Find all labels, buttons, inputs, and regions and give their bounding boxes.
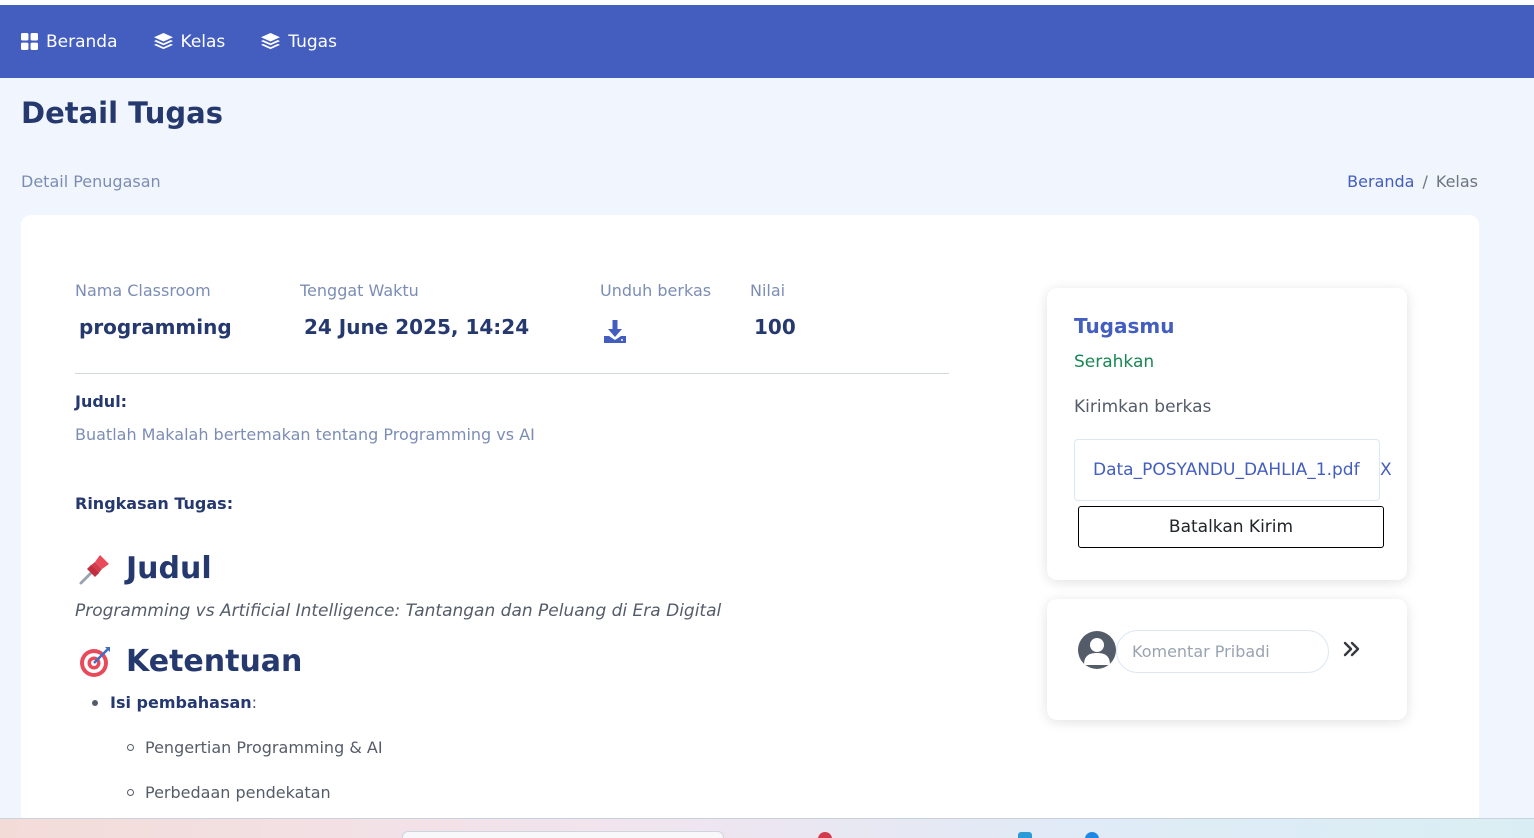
page-title: Detail Tugas — [21, 96, 223, 130]
deadline-value: 24 June 2025, 14:24 — [304, 315, 530, 339]
top-navbar: Beranda Kelas Tugas — [0, 5, 1534, 78]
summary-heading-text: Judul — [126, 551, 212, 586]
bullet-dot — [92, 699, 98, 706]
nav-item-beranda[interactable]: Beranda — [21, 32, 118, 52]
subitem-text: Pengertian Programming & AI — [145, 738, 383, 757]
nav-item-tugas[interactable]: Tugas — [261, 32, 337, 52]
breadcrumb-current: Kelas — [1435, 172, 1478, 191]
classroom-value: programming — [79, 315, 232, 339]
nav-label: Kelas — [180, 31, 226, 52]
double-chevron-right-icon[interactable] — [1341, 639, 1361, 659]
judul-label: Judul: — [75, 392, 128, 411]
download-icon[interactable] — [603, 319, 627, 344]
breadcrumb-separator: / — [1422, 172, 1428, 191]
bullet-circle — [127, 744, 134, 751]
private-comment-card — [1047, 599, 1407, 720]
nav-item-kelas[interactable]: Kelas — [153, 31, 226, 52]
summary-heading-judul: Judul — [78, 551, 212, 586]
avatar — [1078, 631, 1116, 669]
user-icon — [1084, 638, 1110, 665]
summary-heading-text: Ketentuan — [126, 644, 303, 679]
send-file-label: Kirimkan berkas — [1074, 397, 1212, 417]
layers-icon — [261, 33, 281, 50]
taskbar-search-box[interactable] — [402, 831, 724, 838]
nav-label: Tugas — [288, 31, 337, 52]
attached-file-link[interactable]: Data_POSYANDU_DAHLIA_1.pdf — [1093, 460, 1360, 480]
submission-title: Tugasmu — [1074, 314, 1175, 338]
judul-value: Buatlah Makalah bertemakan tentang Progr… — [75, 425, 535, 444]
subitem-text: Perbedaan pendekatan — [145, 783, 331, 802]
deadline-label: Tenggat Waktu — [300, 281, 419, 300]
page-subtitle: Detail Penugasan — [21, 172, 161, 191]
submission-card: Tugasmu Serahkan Kirimkan berkas Data_PO… — [1047, 288, 1407, 580]
grid-icon — [21, 33, 38, 50]
list-item: Isi pembahasan : — [92, 693, 257, 712]
nav-label: Beranda — [46, 31, 118, 52]
attached-file-box: Data_POSYANDU_DAHLIA_1.pdf — [1074, 439, 1380, 501]
taskbar-app-icon[interactable] — [1018, 832, 1032, 838]
taskbar-app-icon[interactable] — [818, 832, 832, 838]
score-label: Nilai — [750, 281, 786, 300]
os-taskbar — [0, 818, 1534, 838]
target-icon — [80, 646, 110, 677]
taskbar-app-icon[interactable] — [1085, 832, 1099, 838]
list-item: Pengertian Programming & AI — [127, 738, 383, 757]
breadcrumb-home-link[interactable]: Beranda — [1347, 172, 1414, 191]
pushpin-icon — [79, 554, 109, 584]
list-item: Perbedaan pendekatan — [127, 783, 331, 802]
divider — [75, 373, 949, 374]
score-value: 100 — [754, 315, 796, 339]
download-label: Unduh berkas — [600, 281, 712, 300]
private-comment-input[interactable] — [1116, 630, 1329, 673]
remove-file-button[interactable]: X — [1380, 460, 1392, 480]
submission-status: Serahkan — [1074, 352, 1155, 372]
bullet-suffix: : — [251, 693, 258, 712]
layers-icon — [153, 33, 173, 50]
summary-label: Ringkasan Tugas: — [75, 494, 234, 513]
classroom-label: Nama Classroom — [75, 281, 211, 300]
cancel-submit-button[interactable]: Batalkan Kirim — [1078, 506, 1384, 548]
bullet-circle — [127, 789, 134, 796]
summary-italic-subtitle: Programming vs Artificial Intelligence: … — [75, 601, 722, 621]
breadcrumb: Beranda / Kelas — [1347, 172, 1478, 191]
summary-heading-ketentuan: Ketentuan — [78, 644, 302, 679]
bullet-bold-text: Isi pembahasan — [110, 693, 252, 712]
